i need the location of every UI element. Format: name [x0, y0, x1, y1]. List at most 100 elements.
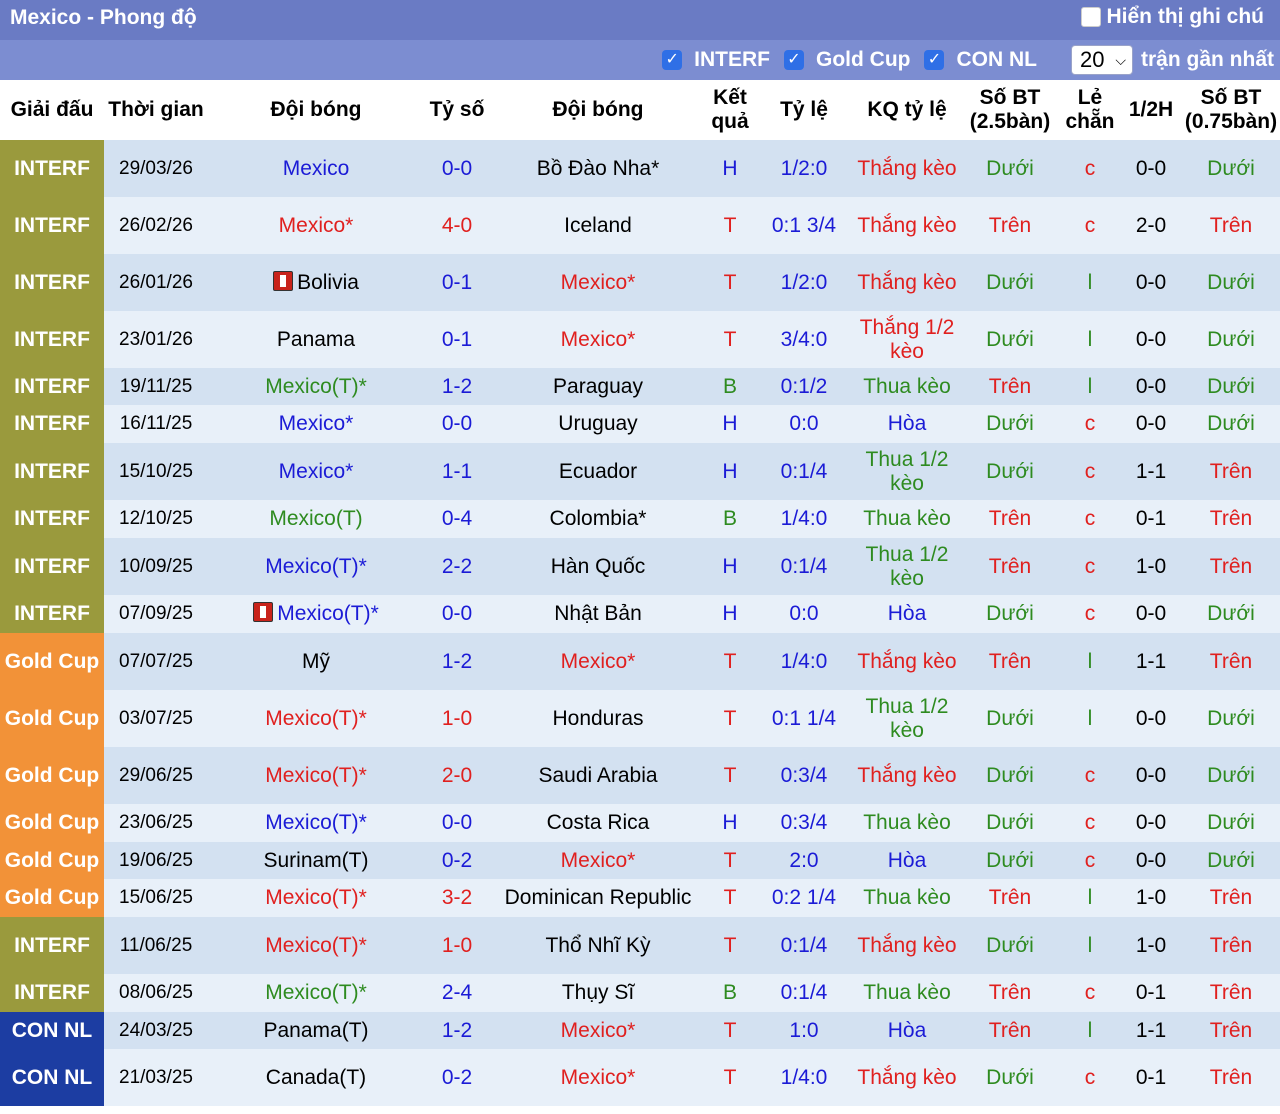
table-row[interactable]: INTERF 26/01/26 Bolivia 0-1 Mexico* T 1/2:0 Thắ… — [0, 254, 1280, 311]
table-row[interactable]: Gold Cup 03/07/25 Mexico(T)* 1-0 Honduras T 0:… — [0, 690, 1280, 747]
table-row[interactable]: Gold Cup 29/06/25 Mexico(T)* 2-0 Saudi Arabi… — [0, 747, 1280, 804]
score-cell[interactable]: 3-2 — [424, 879, 490, 917]
score-cell[interactable]: 0-0 — [424, 140, 490, 197]
table-row[interactable]: Gold Cup 15/06/25 Mexico(T)* 3-2 Dominican R… — [0, 879, 1280, 917]
score-cell[interactable]: 0-0 — [424, 595, 490, 633]
home-team-cell[interactable]: Panama(T) — [208, 1012, 424, 1049]
home-team-cell[interactable]: Mexico(T)* — [208, 595, 424, 633]
home-team-cell[interactable]: Mexico(T) — [208, 500, 424, 538]
away-team-cell[interactable]: Dominican Republic — [490, 879, 706, 917]
table-row[interactable]: INTERF 11/06/25 Mexico(T)* 1-0 Thổ Nhĩ Kỳ T 0:… — [0, 917, 1280, 974]
away-team-cell[interactable]: Nhật Bản — [490, 595, 706, 633]
home-team-cell[interactable]: Mexico — [208, 140, 424, 197]
table-row[interactable]: INTERF 08/06/25 Mexico(T)* 2-4 Thụy Sĩ B 0:1/4… — [0, 974, 1280, 1012]
home-team-cell[interactable]: Mexico(T)* — [208, 690, 424, 747]
home-team-cell[interactable]: Mexico(T)* — [208, 804, 424, 842]
score-cell[interactable]: 1-2 — [424, 1012, 490, 1049]
filter-gold-cup[interactable]: ✓ Gold Cup — [784, 48, 910, 72]
col-result[interactable]: Kết quả — [706, 80, 754, 140]
score-cell[interactable]: 2-0 — [424, 747, 490, 804]
table-row[interactable]: INTERF 19/11/25 Mexico(T)* 1-2 Paraguay B 0:1/… — [0, 368, 1280, 405]
away-team-cell[interactable]: Uruguay — [490, 405, 706, 443]
col-competition[interactable]: Giải đấu — [0, 80, 104, 140]
away-team-cell[interactable]: Costa Rica — [490, 804, 706, 842]
away-team-cell[interactable]: Iceland — [490, 197, 706, 254]
away-team-cell[interactable]: Hàn Quốc — [490, 538, 706, 595]
away-team-cell[interactable]: Thổ Nhĩ Kỳ — [490, 917, 706, 974]
home-team-cell[interactable]: Panama — [208, 311, 424, 368]
score-cell[interactable]: 0-2 — [424, 842, 490, 879]
away-team-cell[interactable]: Ecuador — [490, 443, 706, 500]
col-home-team[interactable]: Đội bóng — [208, 80, 424, 140]
score-cell[interactable]: 0-2 — [424, 1049, 490, 1106]
home-team-cell[interactable]: Mexico(T)* — [208, 974, 424, 1012]
table-row[interactable]: INTERF 15/10/25 Mexico* 1-1 Ecuador H 0:1/4 Thu… — [0, 443, 1280, 500]
home-team-cell[interactable]: Mỹ — [208, 633, 424, 690]
home-team-cell[interactable]: Bolivia — [208, 254, 424, 311]
away-team-cell[interactable]: Honduras — [490, 690, 706, 747]
table-row[interactable]: INTERF 26/02/26 Mexico* 4-0 Iceland T 0:1 3/4 T… — [0, 197, 1280, 254]
home-team-cell[interactable]: Canada(T) — [208, 1049, 424, 1106]
table-row[interactable]: INTERF 10/09/25 Mexico(T)* 2-2 Hàn Quốc H 0:1/… — [0, 538, 1280, 595]
col-total-goals-2-5[interactable]: Số BT (2.5bàn) — [960, 80, 1060, 140]
away-team-cell[interactable]: Saudi Arabia — [490, 747, 706, 804]
col-half-time[interactable]: 1/2H — [1120, 80, 1182, 140]
score-cell[interactable]: 0-4 — [424, 500, 490, 538]
table-row[interactable]: INTERF 16/11/25 Mexico* 0-0 Uruguay H 0:0 Hòa Dư… — [0, 405, 1280, 443]
away-team-cell[interactable]: Bồ Đào Nha* — [490, 140, 706, 197]
home-team-cell[interactable]: Mexico(T)* — [208, 879, 424, 917]
show-notes-toggle[interactable]: Hiển thị ghi chú — [1080, 5, 1264, 29]
check-icon[interactable]: ✓ — [924, 50, 945, 70]
col-time[interactable]: Thời gian — [104, 80, 208, 140]
away-team-cell[interactable]: Mexico* — [490, 1049, 706, 1106]
score-cell[interactable]: 0-1 — [424, 254, 490, 311]
away-team-cell[interactable]: Mexico* — [490, 633, 706, 690]
away-team-cell[interactable]: Mexico* — [490, 311, 706, 368]
away-team-cell[interactable]: Colombia* — [490, 500, 706, 538]
col-score[interactable]: Tỷ số — [424, 80, 490, 140]
away-team-cell[interactable]: Paraguay — [490, 368, 706, 405]
col-total-goals-0-75[interactable]: Số BT (0.75bàn) — [1182, 80, 1280, 140]
home-team-cell[interactable]: Mexico(T)* — [208, 368, 424, 405]
check-icon[interactable]: ✓ — [662, 50, 683, 70]
score-cell[interactable]: 1-0 — [424, 690, 490, 747]
score-cell[interactable]: 2-4 — [424, 974, 490, 1012]
home-team-cell[interactable]: Mexico(T)* — [208, 917, 424, 974]
home-team-cell[interactable]: Mexico(T)* — [208, 538, 424, 595]
notes-checkbox[interactable] — [1080, 7, 1101, 27]
table-row[interactable]: Gold Cup 07/07/25 Mỹ 1-2 Mexico* T 1/4:0 Thắng … — [0, 633, 1280, 690]
away-team-cell[interactable]: Mexico* — [490, 254, 706, 311]
filter-con-nl[interactable]: ✓ CON NL — [924, 48, 1037, 72]
check-icon[interactable]: ✓ — [784, 50, 804, 70]
score-cell[interactable]: 4-0 — [424, 197, 490, 254]
away-team-cell[interactable]: Mexico* — [490, 842, 706, 879]
table-row[interactable]: INTERF 29/03/26 Mexico 0-0 Bồ Đào Nha* H 1/2:0… — [0, 140, 1280, 197]
score-cell[interactable]: 1-2 — [424, 368, 490, 405]
score-cell[interactable]: 0-0 — [424, 405, 490, 443]
col-odds-result[interactable]: KQ tỷ lệ — [854, 80, 960, 140]
away-team-cell[interactable]: Mexico* — [490, 1012, 706, 1049]
col-away-team[interactable]: Đội bóng — [490, 80, 706, 140]
score-cell[interactable]: 1-0 — [424, 917, 490, 974]
home-team-cell[interactable]: Mexico* — [208, 405, 424, 443]
table-row[interactable]: INTERF 23/01/26 Panama 0-1 Mexico* T 3/4:0 Thắn… — [0, 311, 1280, 368]
home-team-cell[interactable]: Mexico(T)* — [208, 747, 424, 804]
table-row[interactable]: CON NL 24/03/25 Panama(T) 1-2 Mexico* T 1:0 Hòa… — [0, 1012, 1280, 1049]
col-odds[interactable]: Tỷ lệ — [754, 80, 854, 140]
score-cell[interactable]: 0-0 — [424, 804, 490, 842]
filter-interf[interactable]: ✓ INTERF — [662, 48, 770, 72]
table-row[interactable]: Gold Cup 23/06/25 Mexico(T)* 0-0 Costa Rica H… — [0, 804, 1280, 842]
home-team-cell[interactable]: Mexico* — [208, 443, 424, 500]
table-row[interactable]: INTERF 07/09/25 Mexico(T)* 0-0 Nhật Bản H 0:0 H… — [0, 595, 1280, 633]
table-row[interactable]: Gold Cup 19/06/25 Surinam(T) 0-2 Mexico* T 2:0… — [0, 842, 1280, 879]
away-team-cell[interactable]: Thụy Sĩ — [490, 974, 706, 1012]
table-row[interactable]: INTERF 12/10/25 Mexico(T) 0-4 Colombia* B 1/4:… — [0, 500, 1280, 538]
match-count-select[interactable]: 20 ⌵ — [1070, 45, 1133, 75]
score-cell[interactable]: 0-1 — [424, 311, 490, 368]
col-odd-even[interactable]: Lẻ chẵn — [1060, 80, 1120, 140]
score-cell[interactable]: 2-2 — [424, 538, 490, 595]
table-row[interactable]: CON NL 21/03/25 Canada(T) 0-2 Mexico* T 1/4:0 T… — [0, 1049, 1280, 1106]
home-team-cell[interactable]: Mexico* — [208, 197, 424, 254]
score-cell[interactable]: 1-2 — [424, 633, 490, 690]
home-team-cell[interactable]: Surinam(T) — [208, 842, 424, 879]
